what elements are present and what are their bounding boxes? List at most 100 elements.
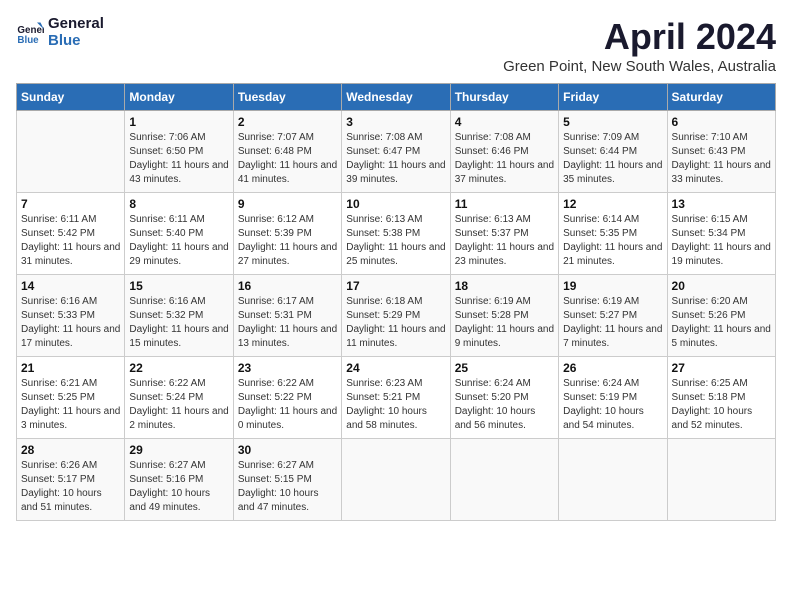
calendar-cell: 29 Sunrise: 6:27 AMSunset: 5:16 PMDayligh… (125, 439, 233, 521)
calendar-week-row: 28Sunrise: 6:26 AMSunset: 5:17 PMDayligh… (17, 439, 776, 521)
day-number: 2 (238, 115, 337, 129)
header: General Blue General Blue April 2024 Gre… (16, 16, 776, 75)
day-info: Sunrise: 6:16 AMSunset: 5:32 PMDaylight:… (129, 295, 228, 351)
day-info: Sunrise: 6:22 AMSunset: 5:22 PMDaylight:… (238, 377, 337, 433)
calendar-week-row: 14 Sunrise: 6:16 AMSunset: 5:33 PMDayligh… (17, 275, 776, 357)
calendar-cell: 1Sunrise: 7:06 AMSunset: 6:50 PMDaylight… (125, 111, 233, 193)
calendar-cell: 23 Sunrise: 6:22 AMSunset: 5:22 PMDayligh… (233, 357, 341, 439)
calendar-cell: 4 Sunrise: 7:08 AMSunset: 6:46 PMDaylight… (450, 111, 558, 193)
calendar-cell: 13Sunrise: 6:15 AMSunset: 5:34 PMDayligh… (667, 193, 775, 275)
day-number: 25 (455, 361, 554, 375)
calendar-cell: 30 Sunrise: 6:27 AMSunset: 5:15 PMDayligh… (233, 439, 341, 521)
day-number: 8 (129, 197, 228, 211)
day-number: 15 (129, 279, 228, 293)
day-number: 16 (238, 279, 337, 293)
day-info: Sunrise: 6:24 AMSunset: 5:20 PMDaylight:… (455, 377, 554, 433)
svg-text:Blue: Blue (17, 34, 39, 45)
calendar-cell: 9 Sunrise: 6:12 AMSunset: 5:39 PMDaylight… (233, 193, 341, 275)
day-number: 6 (672, 115, 771, 129)
calendar-cell: 22 Sunrise: 6:22 AMSunset: 5:24 PMDayligh… (125, 357, 233, 439)
logo-line2: Blue (48, 33, 104, 50)
calendar-cell: 3 Sunrise: 7:08 AMSunset: 6:47 PMDaylight… (342, 111, 450, 193)
day-info: Sunrise: 6:22 AMSunset: 5:24 PMDaylight:… (129, 377, 228, 433)
day-number: 9 (238, 197, 337, 211)
day-info: Sunrise: 6:27 AMSunset: 5:16 PMDaylight:… (129, 459, 228, 515)
day-info: Sunrise: 6:19 AMSunset: 5:27 PMDaylight:… (563, 295, 662, 351)
day-number: 27 (672, 361, 771, 375)
calendar-week-row: 7 Sunrise: 6:11 AMSunset: 5:42 PMDaylight… (17, 193, 776, 275)
month-title: April 2024 (503, 16, 776, 58)
day-info: Sunrise: 6:24 AMSunset: 5:19 PMDaylight:… (563, 377, 662, 433)
calendar-cell: 15 Sunrise: 6:16 AMSunset: 5:32 PMDayligh… (125, 275, 233, 357)
day-number: 10 (346, 197, 445, 211)
day-number: 29 (129, 443, 228, 457)
day-header-tuesday: Tuesday (233, 84, 341, 111)
day-number: 4 (455, 115, 554, 129)
day-number: 20 (672, 279, 771, 293)
calendar-header-row: SundayMondayTuesdayWednesdayThursdayFrid… (17, 84, 776, 111)
calendar-week-row: 1Sunrise: 7:06 AMSunset: 6:50 PMDaylight… (17, 111, 776, 193)
calendar-cell: 11Sunrise: 6:13 AMSunset: 5:37 PMDayligh… (450, 193, 558, 275)
calendar-week-row: 21 Sunrise: 6:21 AMSunset: 5:25 PMDayligh… (17, 357, 776, 439)
day-number: 1 (129, 115, 228, 129)
day-info: Sunrise: 6:11 AMSunset: 5:40 PMDaylight:… (129, 213, 228, 269)
calendar-cell: 18 Sunrise: 6:19 AMSunset: 5:28 PMDayligh… (450, 275, 558, 357)
day-number: 14 (21, 279, 120, 293)
day-number: 3 (346, 115, 445, 129)
day-info: Sunrise: 6:17 AMSunset: 5:31 PMDaylight:… (238, 295, 337, 351)
day-number: 19 (563, 279, 662, 293)
day-number: 7 (21, 197, 120, 211)
calendar-cell: 26 Sunrise: 6:24 AMSunset: 5:19 PMDayligh… (559, 357, 667, 439)
calendar-body: 1Sunrise: 7:06 AMSunset: 6:50 PMDaylight… (17, 111, 776, 521)
calendar-table: SundayMondayTuesdayWednesdayThursdayFrid… (16, 83, 776, 521)
day-info: Sunrise: 6:12 AMSunset: 5:39 PMDaylight:… (238, 213, 337, 269)
day-header-monday: Monday (125, 84, 233, 111)
day-number: 24 (346, 361, 445, 375)
calendar-cell (342, 439, 450, 521)
calendar-cell: 2 Sunrise: 7:07 AMSunset: 6:48 PMDaylight… (233, 111, 341, 193)
day-info: Sunrise: 6:18 AMSunset: 5:29 PMDaylight:… (346, 295, 445, 351)
day-info: Sunrise: 7:08 AMSunset: 6:46 PMDaylight:… (455, 131, 554, 187)
day-number: 12 (563, 197, 662, 211)
calendar-cell: 8 Sunrise: 6:11 AMSunset: 5:40 PMDaylight… (125, 193, 233, 275)
calendar-cell: 12 Sunrise: 6:14 AMSunset: 5:35 PMDayligh… (559, 193, 667, 275)
day-number: 23 (238, 361, 337, 375)
day-header-sunday: Sunday (17, 84, 125, 111)
day-number: 18 (455, 279, 554, 293)
day-number: 21 (21, 361, 120, 375)
day-header-wednesday: Wednesday (342, 84, 450, 111)
calendar-cell: 21 Sunrise: 6:21 AMSunset: 5:25 PMDayligh… (17, 357, 125, 439)
day-info: Sunrise: 6:26 AMSunset: 5:17 PMDaylight:… (21, 459, 120, 515)
logo-icon: General Blue (16, 19, 44, 47)
calendar-cell (559, 439, 667, 521)
day-info: Sunrise: 6:19 AMSunset: 5:28 PMDaylight:… (455, 295, 554, 351)
day-number: 17 (346, 279, 445, 293)
day-number: 26 (563, 361, 662, 375)
day-info: Sunrise: 6:11 AMSunset: 5:42 PMDaylight:… (21, 213, 120, 269)
day-info: Sunrise: 6:25 AMSunset: 5:18 PMDaylight:… (672, 377, 771, 433)
calendar-cell (450, 439, 558, 521)
day-info: Sunrise: 6:21 AMSunset: 5:25 PMDaylight:… (21, 377, 120, 433)
calendar-cell: 5Sunrise: 7:09 AMSunset: 6:44 PMDaylight… (559, 111, 667, 193)
calendar-cell: 27 Sunrise: 6:25 AMSunset: 5:18 PMDayligh… (667, 357, 775, 439)
day-info: Sunrise: 7:08 AMSunset: 6:47 PMDaylight:… (346, 131, 445, 187)
calendar-cell (17, 111, 125, 193)
calendar-cell: 6Sunrise: 7:10 AMSunset: 6:43 PMDaylight… (667, 111, 775, 193)
calendar-cell: 25 Sunrise: 6:24 AMSunset: 5:20 PMDayligh… (450, 357, 558, 439)
calendar-cell: 20Sunrise: 6:20 AMSunset: 5:26 PMDayligh… (667, 275, 775, 357)
calendar-cell: 28Sunrise: 6:26 AMSunset: 5:17 PMDayligh… (17, 439, 125, 521)
day-header-friday: Friday (559, 84, 667, 111)
calendar-cell: 19 Sunrise: 6:19 AMSunset: 5:27 PMDayligh… (559, 275, 667, 357)
day-info: Sunrise: 7:07 AMSunset: 6:48 PMDaylight:… (238, 131, 337, 187)
day-info: Sunrise: 6:15 AMSunset: 5:34 PMDaylight:… (672, 213, 771, 269)
day-info: Sunrise: 6:27 AMSunset: 5:15 PMDaylight:… (238, 459, 337, 515)
day-info: Sunrise: 6:14 AMSunset: 5:35 PMDaylight:… (563, 213, 662, 269)
day-number: 22 (129, 361, 228, 375)
day-number: 30 (238, 443, 337, 457)
calendar-cell (667, 439, 775, 521)
calendar-cell: 14 Sunrise: 6:16 AMSunset: 5:33 PMDayligh… (17, 275, 125, 357)
day-info: Sunrise: 6:16 AMSunset: 5:33 PMDaylight:… (21, 295, 120, 351)
calendar-cell: 16 Sunrise: 6:17 AMSunset: 5:31 PMDayligh… (233, 275, 341, 357)
day-header-saturday: Saturday (667, 84, 775, 111)
calendar-cell: 17 Sunrise: 6:18 AMSunset: 5:29 PMDayligh… (342, 275, 450, 357)
